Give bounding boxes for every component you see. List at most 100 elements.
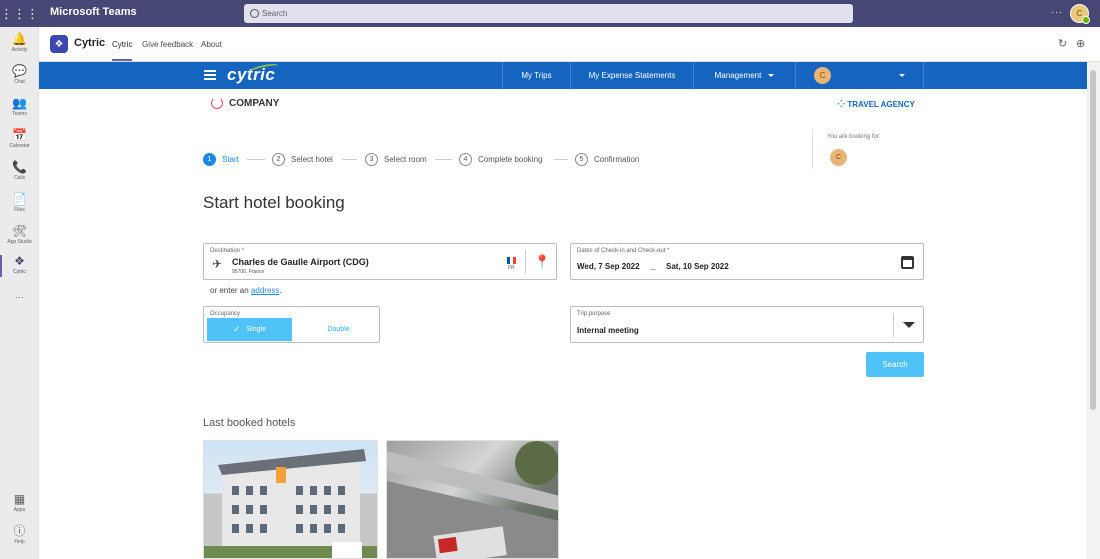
phone-icon: 📞 [12, 160, 27, 174]
occupancy-single-button[interactable]: ✓ Single [207, 318, 292, 341]
field-divider [893, 313, 894, 337]
step-connector [554, 159, 568, 160]
checkin-date: Wed, 7 Sep 2022 [577, 262, 640, 271]
page-title: Start hotel booking [203, 193, 345, 212]
hotel-card[interactable] [203, 440, 378, 559]
rail-item-teams[interactable]: 👥 Teams [0, 96, 39, 118]
nav-my-expense-statements[interactable]: My Expense Statements [570, 62, 693, 89]
hamburger-menu-icon[interactable] [204, 70, 216, 80]
date-separator: _ [651, 261, 656, 270]
calendar-icon[interactable] [901, 256, 914, 269]
search-icon [250, 9, 259, 18]
teams-top-bar: ⋮⋮⋮ Microsoft Teams Search ··· C [0, 0, 1100, 27]
step-select-hotel: 2 Select hotel [272, 153, 333, 166]
cytric-logo[interactable]: cytric [227, 62, 280, 85]
file-icon: 📄 [12, 192, 27, 206]
scrollbar-thumb[interactable] [1090, 70, 1096, 410]
avatar-initials: C [1076, 9, 1083, 18]
presence-status-icon [1082, 16, 1090, 24]
occupancy-double-button[interactable]: Double [296, 318, 381, 341]
or-enter-address: or enter an address. [210, 286, 282, 295]
app-studio-icon: 🛠 [11, 224, 28, 238]
app-launcher-icon[interactable]: ⋮⋮⋮ [0, 0, 39, 27]
search-placeholder: Search [262, 9, 288, 18]
last-booked-title: Last booked hotels [203, 417, 296, 429]
occupancy-single-label: Single [246, 326, 266, 333]
rail-item-app-studio[interactable]: 🛠 App Studio [0, 224, 39, 246]
teams-icon: 👥 [12, 96, 27, 110]
address-link[interactable]: address [251, 286, 279, 295]
rail-item-label: Chat [14, 79, 25, 85]
rail-item-apps[interactable]: ▦ Apps [0, 492, 39, 514]
step-number: 3 [365, 153, 378, 166]
search-button[interactable]: Search [866, 352, 924, 377]
hotel-photo-1 [204, 449, 377, 558]
app-name: Cytric [74, 37, 106, 49]
step-label: Complete booking [478, 155, 543, 164]
destination-label: Destination * [210, 248, 245, 254]
tab-give-feedback[interactable]: Give feedback [142, 40, 193, 49]
hotel-card[interactable] [386, 440, 559, 559]
apps-icon: ▦ [13, 492, 26, 506]
rail-item-label: Calendar [9, 143, 30, 149]
cytric-icon: ❖ [14, 254, 25, 268]
trip-purpose-value: Internal meeting [577, 326, 639, 335]
cytric-content: cytric My Trips My Expense Statements Ma… [39, 62, 1087, 559]
travel-agency-logo: ⁘ TRAVEL AGENCY [837, 99, 915, 110]
step-label: Confirmation [594, 155, 640, 164]
step-confirmation: 5 Confirmation [575, 153, 639, 166]
rail-item-cytric[interactable]: ❖ Cytric [0, 254, 39, 277]
destination-name: Charles de Gaulle Airport (CDG) [232, 257, 369, 267]
scrollbar[interactable] [1087, 62, 1100, 559]
chevron-down-icon [768, 74, 775, 77]
rail-item-label: Activity [11, 47, 28, 53]
trip-purpose-label: Trip purpose [577, 311, 611, 317]
nav-management[interactable]: Management [693, 62, 795, 89]
france-flag-icon [507, 257, 516, 264]
nav-management-label: Management [714, 71, 762, 80]
nav-user-menu[interactable]: C [795, 62, 924, 89]
cytric-navbar: cytric My Trips My Expense Statements Ma… [39, 62, 1087, 89]
refresh-icon[interactable]: ↻ [1058, 37, 1067, 50]
destination-field[interactable]: Destination * ✈ Charles de Gaulle Airpor… [203, 243, 557, 280]
rail-item-activity[interactable]: 🔔 Activity [0, 33, 39, 54]
step-number: 1 [203, 153, 216, 166]
rail-item-label: Calls [13, 175, 26, 181]
chat-icon: 💬 [12, 64, 27, 78]
rail-item-label: Files [14, 207, 25, 213]
checkout-date: Sat, 10 Sep 2022 [666, 262, 729, 271]
step-number: 4 [459, 153, 472, 166]
rail-item-chat[interactable]: 💬 Chat [0, 64, 39, 86]
more-options-icon[interactable]: ··· [1051, 7, 1063, 17]
rail-item-help[interactable]: ⓘ Help [0, 525, 39, 546]
rail-item-label: Cytric [13, 269, 26, 275]
step-connector [342, 159, 357, 160]
nav-my-trips[interactable]: My Trips [502, 62, 570, 89]
trip-purpose-select[interactable]: Trip purpose Internal meeting [570, 306, 924, 343]
step-connector [435, 159, 452, 160]
cytric-app-icon: ❖ [50, 35, 68, 53]
search-input[interactable]: Search [244, 4, 853, 23]
rail-more-icon[interactable]: ··· [0, 292, 39, 302]
left-rail: 🔔 Activity 💬 Chat 👥 Teams 📅 Calendar 📞 C… [0, 27, 39, 559]
occupancy-field: Occupancy ✓ Single Double [203, 306, 380, 343]
tab-about[interactable]: About [201, 40, 222, 49]
globe-icon[interactable]: ⊕ [1076, 37, 1085, 50]
booking-for-panel: You are booking for: C [812, 129, 952, 169]
rail-item-calls[interactable]: 📞 Calls [0, 160, 39, 182]
company-logo-icon [211, 97, 223, 109]
map-pin-icon[interactable]: 📍 [534, 254, 550, 270]
occupancy-label: Occupancy [210, 311, 241, 317]
rail-item-label: Teams [12, 111, 27, 117]
rail-item-calendar[interactable]: 📅 Calendar [0, 129, 39, 150]
country-code: FR [508, 265, 515, 271]
user-avatar[interactable]: C [1070, 4, 1090, 24]
rail-item-files[interactable]: 📄 Files [0, 192, 39, 214]
dropdown-arrow-icon[interactable] [903, 322, 915, 328]
rail-item-label: App Studio [7, 239, 32, 245]
dates-label: Dates of Check-in and Check-out * [577, 248, 670, 254]
tab-cytric[interactable]: Cytric [112, 40, 133, 61]
dates-field[interactable]: Dates of Check-in and Check-out * Wed, 7… [570, 243, 924, 280]
avatar[interactable]: C [830, 149, 847, 166]
step-start: 1 Start [203, 153, 239, 166]
